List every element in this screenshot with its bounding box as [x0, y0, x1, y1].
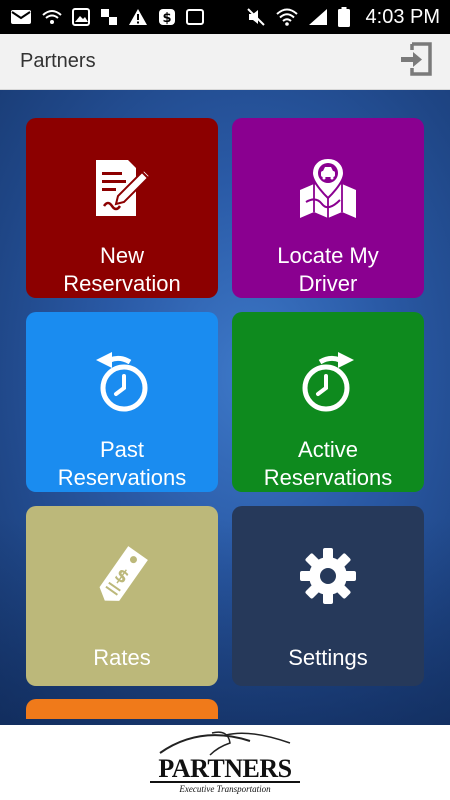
- tile-label: Rates: [93, 645, 151, 670]
- app-bar: Partners: [0, 34, 450, 90]
- status-bar-notifications: $: [10, 8, 204, 26]
- image-icon: [72, 8, 90, 26]
- clock-forward-icon: [296, 348, 360, 416]
- logout-icon: [398, 41, 434, 82]
- past-reservations-tile[interactable]: Past Reservations: [26, 312, 218, 492]
- new-reservation-tile[interactable]: New Reservation: [26, 118, 218, 298]
- settings-tile[interactable]: Settings: [232, 506, 424, 686]
- tile-label: Past Reservations: [57, 437, 187, 490]
- rates-tile[interactable]: $ Rates: [26, 506, 218, 686]
- clock-back-icon: [90, 348, 154, 416]
- tile-label: New Reservation: [63, 243, 181, 296]
- tagline-text: Executive Transportation: [178, 784, 271, 794]
- partial-tile[interactable]: [26, 699, 218, 719]
- tile-label: Active Reservations: [263, 437, 393, 490]
- logout-button[interactable]: [396, 42, 436, 82]
- warning-icon: [128, 8, 148, 26]
- wifi-signal-icon: [275, 8, 298, 26]
- dollar-icon: $: [158, 8, 176, 26]
- svg-text:$: $: [162, 11, 171, 26]
- locate-driver-tile[interactable]: Locate My Driver: [232, 118, 424, 298]
- brand-text: PARTNERS: [158, 754, 291, 783]
- status-time: 4:03 PM: [365, 5, 440, 28]
- screen-icon: [186, 9, 204, 25]
- status-bar-system: 4:03 PM: [246, 6, 440, 29]
- active-reservations-tile[interactable]: Active Reservations: [232, 312, 424, 492]
- map-pin-car-icon: [296, 154, 360, 222]
- dashboard: New Reservation Locate My Driver Past Re…: [0, 90, 450, 725]
- tile-label: Settings: [288, 645, 368, 670]
- tile-label: Locate My Driver: [277, 243, 379, 296]
- price-tag-icon: $: [90, 542, 154, 610]
- mute-icon: [246, 8, 266, 26]
- partners-logo: PARTNERS Executive Transportation: [140, 725, 310, 800]
- gear-icon: [296, 542, 360, 610]
- wifi-icon: [42, 9, 62, 25]
- footer: PARTNERS Executive Transportation: [0, 725, 450, 800]
- status-bar: $ 4:03 PM: [0, 0, 450, 34]
- app-title: Partners: [20, 50, 96, 72]
- gallery-icon: [100, 8, 118, 26]
- email-icon: [10, 9, 32, 25]
- edit-document-icon: [90, 154, 154, 222]
- cell-signal-icon: [308, 8, 328, 26]
- battery-icon: [337, 7, 350, 27]
